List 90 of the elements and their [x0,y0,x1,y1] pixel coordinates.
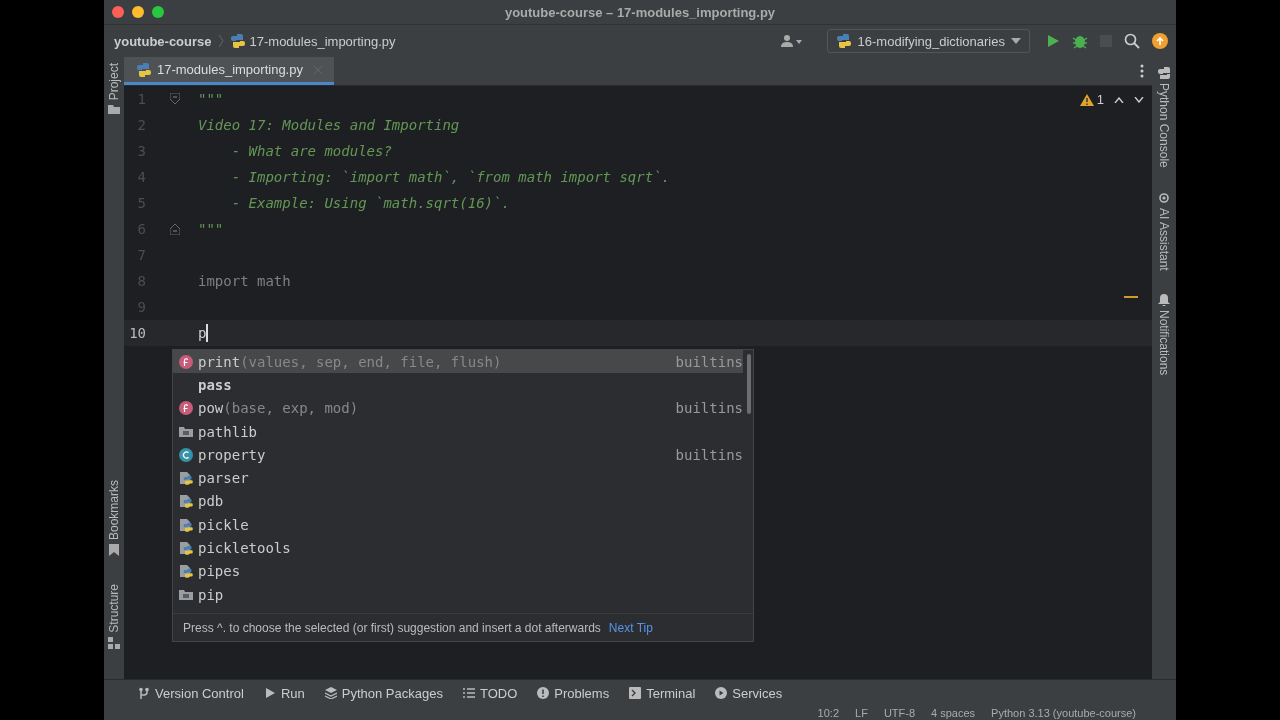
warnings-indicator[interactable]: 1 [1079,92,1104,107]
chevron-icon [217,34,224,48]
tool-window-button[interactable]: TODO [462,685,518,701]
code-text: import math [198,273,291,289]
python-module-icon [179,517,193,532]
completion-item[interactable]: parser [173,466,743,490]
code-text: Video 17: Modules and Importing [198,117,460,133]
error-stripe-mark [1124,296,1138,298]
completion-item[interactable]: pass [173,373,743,397]
fold-marker-icon [170,93,180,105]
next-tip-link[interactable]: Next Tip [608,620,653,635]
tool-window-button[interactable]: Python Packages [324,685,443,701]
class-icon [179,447,193,462]
status-item[interactable]: 10:2 [817,707,840,719]
tool-window-button[interactable]: Services [715,685,783,701]
tool-window-button[interactable]: AI Assistant [1152,191,1176,271]
package-folder-icon [179,587,193,602]
tool-window-button[interactable]: Project [104,63,124,115]
python-file-icon [136,61,152,78]
bookmark-icon [109,544,119,557]
code-text: """ [198,91,224,107]
branch-icon [138,687,150,699]
status-item[interactable]: LF [855,707,868,719]
completion-item[interactable]: pip [173,582,743,607]
debug-bug-icon [1072,33,1088,49]
python-icon [835,33,852,49]
close-button[interactable] [112,6,124,18]
services-icon [715,687,728,699]
code-text: - Example: Using `math.sqrt(16)`. [230,195,510,211]
run-icon [1046,34,1060,48]
code-text: """ [198,221,224,237]
python-module-icon [179,564,193,579]
completion-item[interactable]: property builtins [173,443,743,467]
completion-item[interactable]: pipes [173,559,743,583]
tip-text: Press ^. to choose the selected (or first) suggestion and insert a dot afterwards [183,620,601,635]
completion-item[interactable]: pow(base, exp, mod) builtins [173,396,743,420]
zoom-button[interactable] [152,6,164,18]
tool-window-button[interactable]: Terminal [629,685,696,701]
tool-window-button[interactable]: Notifications [1152,294,1176,376]
completion-item[interactable]: pdb [173,489,743,514]
status-item[interactable]: UTF-8 [883,707,916,719]
python-module-icon [179,494,193,509]
layers-icon [324,687,337,699]
terminal-icon [629,687,642,699]
update-icon [1152,33,1168,49]
python-file-icon [229,33,246,49]
breadcrumb[interactable]: youtube-course [114,33,212,49]
code-text: p [198,325,207,341]
tool-window-button[interactable]: Bookmarks [104,480,124,557]
file-tab[interactable]: 17-modules_importing.py [124,57,334,85]
python-console-icon [1158,67,1170,79]
caret-icon [1011,38,1021,44]
tool-window-button[interactable]: Run [263,685,305,701]
warning-icon [1079,93,1094,106]
completion-item[interactable]: pathlib [173,419,743,444]
tool-window-button[interactable]: Problems [537,685,610,701]
tool-window-button[interactable]: Version Control [138,685,244,701]
exclamation-icon [537,687,550,699]
list-icon [462,687,475,699]
more-options-icon [1140,64,1144,78]
play-icon [263,687,276,699]
at-sign-icon [1158,191,1170,204]
status-item[interactable]: 4 spaces [931,707,976,719]
bell-icon [1158,294,1170,307]
tool-window-button[interactable]: Python Console [1152,67,1176,168]
line-number: 10 [128,325,146,341]
completion-item[interactable]: pickle [173,513,743,537]
search-icon [1124,33,1140,49]
completion-item[interactable]: pickletools [173,536,743,560]
status-item[interactable]: Python 3.13 (youtube-course) [991,707,1136,719]
close-icon [313,65,322,74]
window-title: youtube-course – 17-modules_importing.py [504,4,776,20]
function-icon [179,401,193,416]
breadcrumb[interactable]: 17-modules_importing.py [249,33,396,49]
run-configuration-dropdown[interactable]: 16-modifying_dictionaries [826,29,1030,53]
code-text: - What are modules? [230,143,392,159]
folder-icon [108,104,120,115]
user-icon [780,34,803,48]
function-icon [179,354,193,369]
tool-window-button[interactable]: Structure [104,584,124,649]
minimize-button[interactable] [132,6,144,18]
fold-marker-icon [170,223,180,235]
code-text: - Importing: `import math`, `from math import sqrt`. [230,169,670,185]
text-cursor [206,324,209,342]
package-folder-icon [179,424,193,439]
python-module-icon [179,471,193,486]
scrollbar [747,354,751,414]
completion-item[interactable]: print(values, sep, end, file, flush) builtins [173,350,743,374]
structure-icon [108,637,120,649]
python-module-icon [179,541,193,555]
